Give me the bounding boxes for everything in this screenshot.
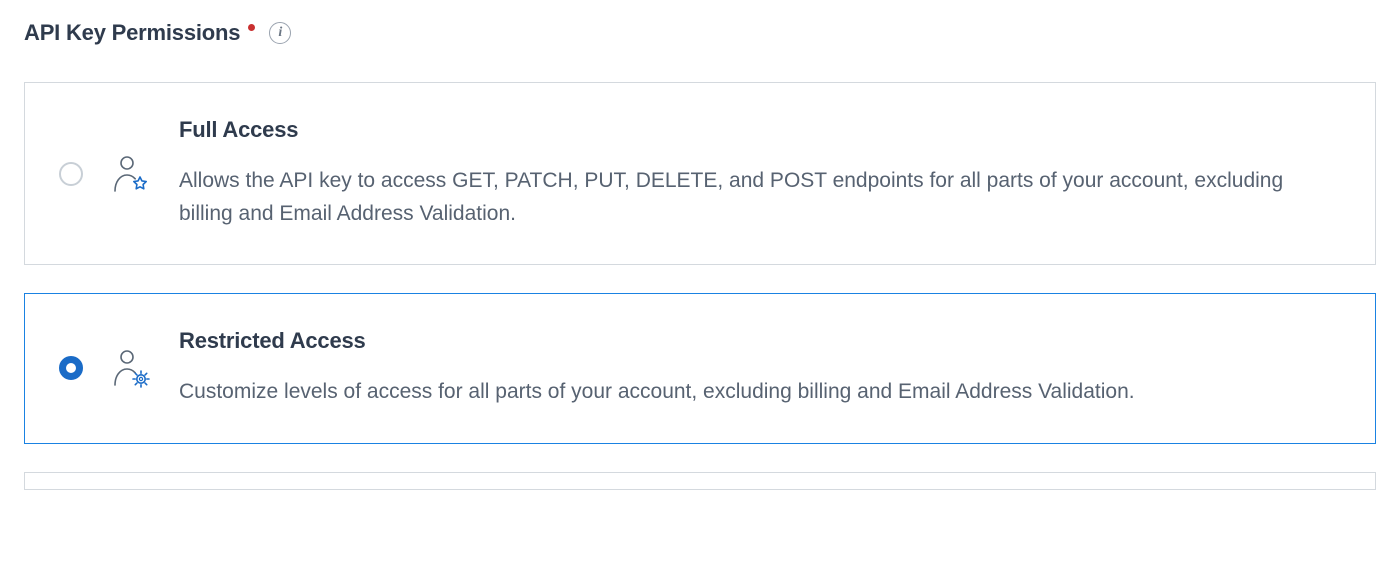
option-description: Customize levels of access for all parts… [179,376,1331,409]
option-full-access-text: Full Access Allows the API key to access… [179,117,1331,230]
user-gear-icon [109,346,153,390]
radio-restricted-access[interactable] [59,356,83,380]
section-header: API Key Permissions i [24,20,1376,46]
option-title: Full Access [179,117,1331,143]
option-full-access[interactable]: Full Access Allows the API key to access… [24,82,1376,265]
info-icon[interactable]: i [269,22,291,44]
radio-full-access[interactable] [59,162,83,186]
option-restricted-access-text: Restricted Access Customize levels of ac… [179,328,1331,409]
option-card-partial [24,472,1376,490]
required-indicator [248,24,255,31]
user-star-icon [109,152,153,196]
section-title: API Key Permissions [24,20,240,46]
option-title: Restricted Access [179,328,1331,354]
option-description: Allows the API key to access GET, PATCH,… [179,165,1331,230]
option-restricted-access[interactable]: Restricted Access Customize levels of ac… [24,293,1376,444]
